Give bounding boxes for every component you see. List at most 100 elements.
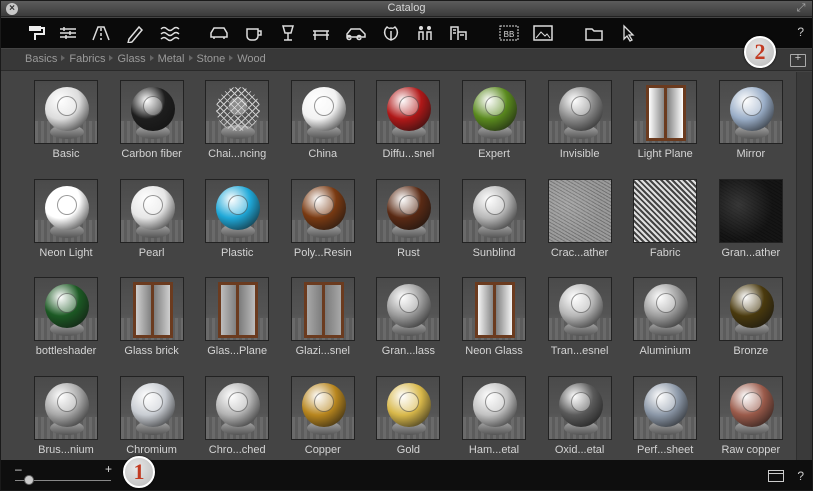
image-icon[interactable]	[532, 23, 554, 43]
material-label: Expert	[478, 148, 510, 160]
paint-roller-icon[interactable]	[25, 23, 47, 43]
material-thumbnail	[376, 277, 441, 341]
material-thumbnail	[376, 375, 441, 440]
material-tile[interactable]: Neon Light	[23, 171, 109, 267]
material-label: Pearl	[138, 246, 165, 259]
car-icon[interactable]	[208, 23, 230, 43]
material-tile[interactable]: bottleshader	[23, 269, 109, 365]
material-label: Fabric	[649, 246, 681, 259]
material-tile[interactable]: Tran...esnel	[537, 269, 623, 365]
material-label: Diffu...snel	[382, 148, 435, 160]
material-tile[interactable]: China	[280, 72, 366, 168]
scrollbar[interactable]	[796, 72, 812, 460]
material-tile[interactable]: Rust	[365, 171, 451, 267]
table-icon[interactable]	[310, 23, 332, 43]
material-tile[interactable]: Aluminium	[622, 269, 708, 365]
material-thumbnail	[633, 178, 698, 243]
material-tile[interactable]: Poly...Resin	[280, 171, 366, 267]
material-tile[interactable]: Mirror	[708, 72, 794, 168]
material-thumbnail	[290, 178, 355, 243]
material-tile[interactable]: Neon Glass	[451, 269, 537, 365]
folder-icon[interactable]	[583, 23, 605, 43]
material-tile[interactable]: Plastic	[194, 171, 280, 267]
material-tile[interactable]: Sunblind	[451, 171, 537, 267]
material-tile[interactable]: Brus...nium	[23, 368, 109, 461]
breadcrumb-item-basics[interactable]: Basics	[25, 53, 57, 65]
material-thumbnail	[462, 375, 526, 440]
car-side-icon[interactable]	[345, 23, 367, 43]
material-tile[interactable]: Perf...sheet	[622, 368, 708, 461]
breadcrumb-item-fabrics[interactable]: Fabrics	[69, 53, 105, 65]
material-thumbnail	[34, 375, 98, 440]
leaf-icon[interactable]	[380, 23, 402, 43]
material-label: Perf...sheet	[637, 443, 694, 456]
layers-icon[interactable]	[57, 23, 79, 43]
material-thumbnail	[376, 178, 441, 243]
new-folder-button[interactable]: +	[790, 52, 806, 67]
material-tile[interactable]: Chai...ncing	[194, 72, 280, 168]
material-label: Gran...ather	[721, 246, 781, 259]
cup-icon[interactable]	[243, 23, 265, 43]
zoom-in-button[interactable]: +	[105, 462, 112, 476]
material-tile[interactable]: Crac...ather	[537, 171, 623, 267]
breadcrumb-separator-icon	[61, 55, 66, 61]
material-tile[interactable]: Expert	[451, 72, 537, 168]
text-box-icon[interactable]: BB	[498, 23, 520, 43]
material-label: Glas...Plane	[207, 345, 268, 357]
material-label: Poly...Resin	[293, 246, 352, 259]
material-tile[interactable]: Pearl	[109, 171, 195, 267]
material-tile[interactable]: Chro...ched	[194, 368, 280, 461]
material-tile[interactable]: Basic	[23, 72, 109, 168]
road-icon[interactable]	[90, 23, 112, 43]
material-label: Tran...esnel	[550, 345, 609, 357]
zoom-out-button[interactable]: –	[15, 462, 22, 476]
breadcrumb-item-metal[interactable]: Metal	[158, 53, 185, 65]
lamp-icon[interactable]	[277, 23, 299, 43]
people-icon[interactable]	[414, 23, 436, 43]
material-label: China	[308, 148, 338, 160]
material-tile[interactable]: Glazi...snel	[280, 269, 366, 365]
material-tile[interactable]: Copper	[280, 368, 366, 461]
material-tile[interactable]: Glas...Plane	[194, 269, 280, 365]
material-tile[interactable]: Diffu...snel	[365, 72, 451, 168]
material-label: Gran...lass	[381, 345, 435, 357]
water-icon[interactable]	[159, 23, 181, 43]
material-tile[interactable]: Oxid...etal	[537, 368, 623, 461]
pointer-icon[interactable]	[617, 23, 639, 43]
material-tile[interactable]: Carbon fiber	[109, 72, 195, 168]
material-tile[interactable]: Light Plane	[622, 72, 708, 168]
material-tile[interactable]: Gran...lass	[365, 269, 451, 365]
help-button-top[interactable]: ?	[797, 25, 804, 39]
buildings-icon[interactable]	[448, 23, 470, 43]
marker-two: 2	[744, 36, 776, 68]
material-label: Copper	[304, 443, 341, 456]
material-thumbnail	[633, 277, 698, 341]
material-tile[interactable]: Ham...etal	[451, 368, 537, 461]
material-thumbnail	[290, 277, 355, 341]
material-thumbnail	[205, 375, 270, 440]
resize-icon[interactable]: ⤢	[795, 2, 807, 14]
material-tile[interactable]: Bronze	[708, 269, 794, 365]
title-bar: × Catalog ⤢	[1, 1, 812, 17]
material-label: Ham...etal	[468, 443, 520, 456]
material-thumbnail	[34, 80, 98, 144]
material-tile[interactable]: Glass brick	[109, 269, 195, 365]
material-thumbnail	[547, 375, 612, 440]
breadcrumb-separator-icon	[229, 55, 234, 61]
material-thumbnail	[547, 178, 612, 243]
zoom-slider-handle[interactable]	[24, 475, 35, 485]
material-tile[interactable]: Chromium	[109, 368, 195, 461]
view-toggle-button[interactable]	[768, 470, 784, 482]
material-tile[interactable]: Gran...ather	[708, 171, 794, 267]
breadcrumb-item-stone[interactable]: Stone	[197, 53, 226, 65]
material-tile[interactable]: Fabric	[622, 171, 708, 267]
help-button[interactable]: ?	[797, 469, 804, 483]
pen-icon[interactable]	[124, 23, 146, 43]
breadcrumb-item-glass[interactable]: Glass	[117, 53, 145, 65]
breadcrumb-item-wood[interactable]: Wood	[237, 53, 266, 65]
material-thumbnail	[462, 277, 526, 341]
material-tile[interactable]: Invisible	[537, 72, 623, 168]
material-tile[interactable]: Gold	[365, 368, 451, 461]
material-label: Glass brick	[124, 345, 179, 357]
material-tile[interactable]: Raw copper	[708, 368, 794, 461]
